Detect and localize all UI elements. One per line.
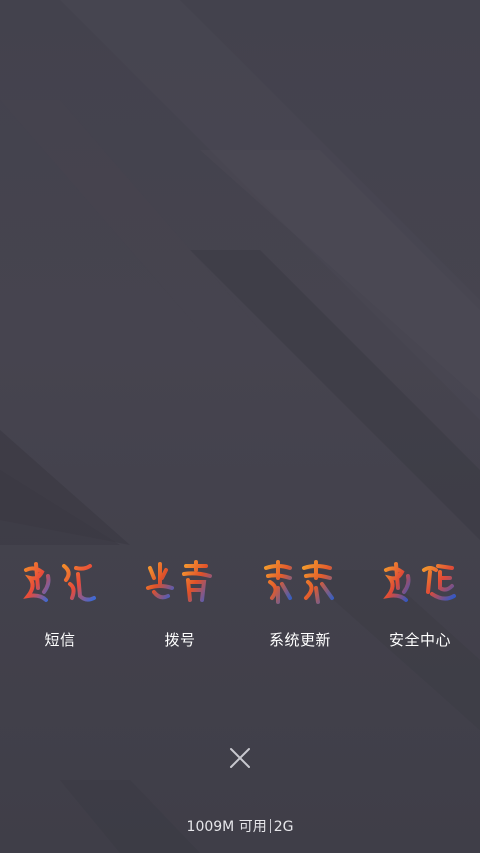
app-label-system-update: 系统更新 [268,631,331,649]
memory-available: 1009M 可用 [186,819,267,835]
calligraphy-icon-2 [140,555,220,611]
close-icon [230,748,250,768]
calligraphy-icon-4 [380,555,460,611]
background-stripes [0,0,480,853]
app-dialer[interactable]: 拨号 [120,555,240,665]
app-label-dialer: 拨号 [164,631,196,649]
calligraphy-icon-1 [20,555,100,611]
app-security-center[interactable]: 安全中心 [360,555,480,665]
memory-status: 1009M 可用 2G [0,816,480,836]
app-system-update[interactable]: 系统更新 [240,555,360,665]
memory-total: 2G [273,819,294,835]
app-label-sms: 短信 [44,631,76,649]
recent-apps-row: 短信 拨号 系统更新 安全中心 [0,555,480,665]
recents-background [0,0,480,853]
app-sms[interactable]: 短信 [0,555,120,665]
clear-all-button[interactable] [226,744,254,772]
app-label-security-center: 安全中心 [388,631,451,649]
memory-separator [269,819,271,833]
calligraphy-icon-3 [260,555,340,611]
